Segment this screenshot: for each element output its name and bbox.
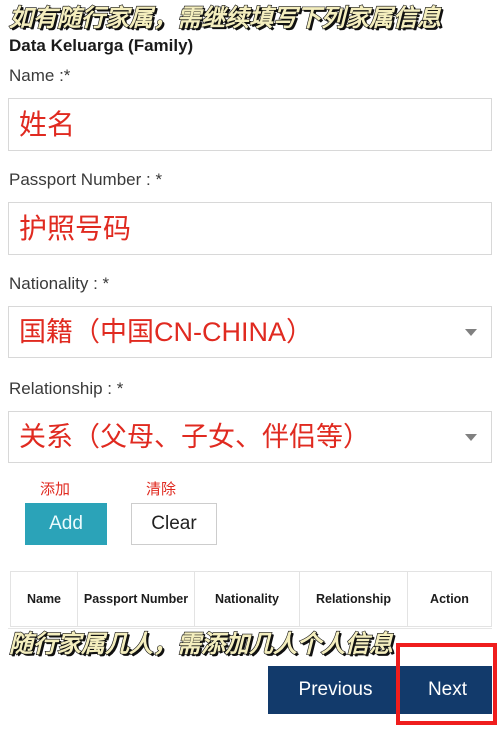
- input-name-value: 姓名: [19, 108, 76, 140]
- top-annotation-text: 如有随行家属，需继续填写下列家属信息: [8, 4, 441, 32]
- page-title: Data Keluarga (Family): [9, 36, 194, 55]
- chevron-down-icon[interactable]: [465, 328, 477, 336]
- family-table: Name Passport Number Nationality Relatio…: [10, 571, 492, 627]
- divider: [8, 628, 492, 629]
- table-header-action: Action: [407, 571, 492, 627]
- chevron-down-icon[interactable]: [465, 433, 477, 441]
- clear-button[interactable]: Clear: [131, 503, 217, 545]
- table-header-nationality: Nationality: [194, 571, 300, 627]
- clear-button-annotation: 清除: [146, 481, 177, 498]
- label-name: Name :*: [9, 66, 71, 85]
- table-header-name: Name: [10, 571, 78, 627]
- select-relationship[interactable]: 关系（父母、子女、伴侣等）: [8, 411, 492, 463]
- select-nationality[interactable]: 国籍（中国CN-CHINA）: [8, 306, 492, 358]
- label-nationality: Nationality : *: [9, 274, 110, 293]
- family-table-wrapper: Name Passport Number Nationality Relatio…: [10, 571, 492, 627]
- table-header-passport-number: Passport Number: [77, 571, 195, 627]
- input-passport-number-value: 护照号码: [19, 212, 132, 244]
- form-navigation: Previous Next: [268, 666, 492, 714]
- previous-button[interactable]: Previous: [268, 666, 403, 714]
- table-header-row: Name Passport Number Nationality Relatio…: [10, 571, 492, 627]
- select-nationality-value: 国籍（中国CN-CHINA）: [19, 317, 313, 347]
- label-relationship: Relationship : *: [9, 379, 124, 398]
- table-header-relationship: Relationship: [299, 571, 408, 627]
- family-data-form-page: 如有随行家属，需继续填写下列家属信息 Data Keluarga (Family…: [0, 0, 500, 750]
- input-passport-number[interactable]: 护照号码: [8, 202, 492, 255]
- input-name[interactable]: 姓名: [8, 98, 492, 151]
- add-button[interactable]: Add: [25, 503, 107, 545]
- bottom-annotation-text: 随行家属几人，需添加几人个人信息: [8, 630, 393, 658]
- select-relationship-value: 关系（父母、子女、伴侣等）: [19, 422, 370, 452]
- add-button-annotation: 添加: [40, 481, 71, 498]
- label-passport-number: Passport Number : *: [9, 170, 163, 189]
- next-button[interactable]: Next: [403, 666, 492, 714]
